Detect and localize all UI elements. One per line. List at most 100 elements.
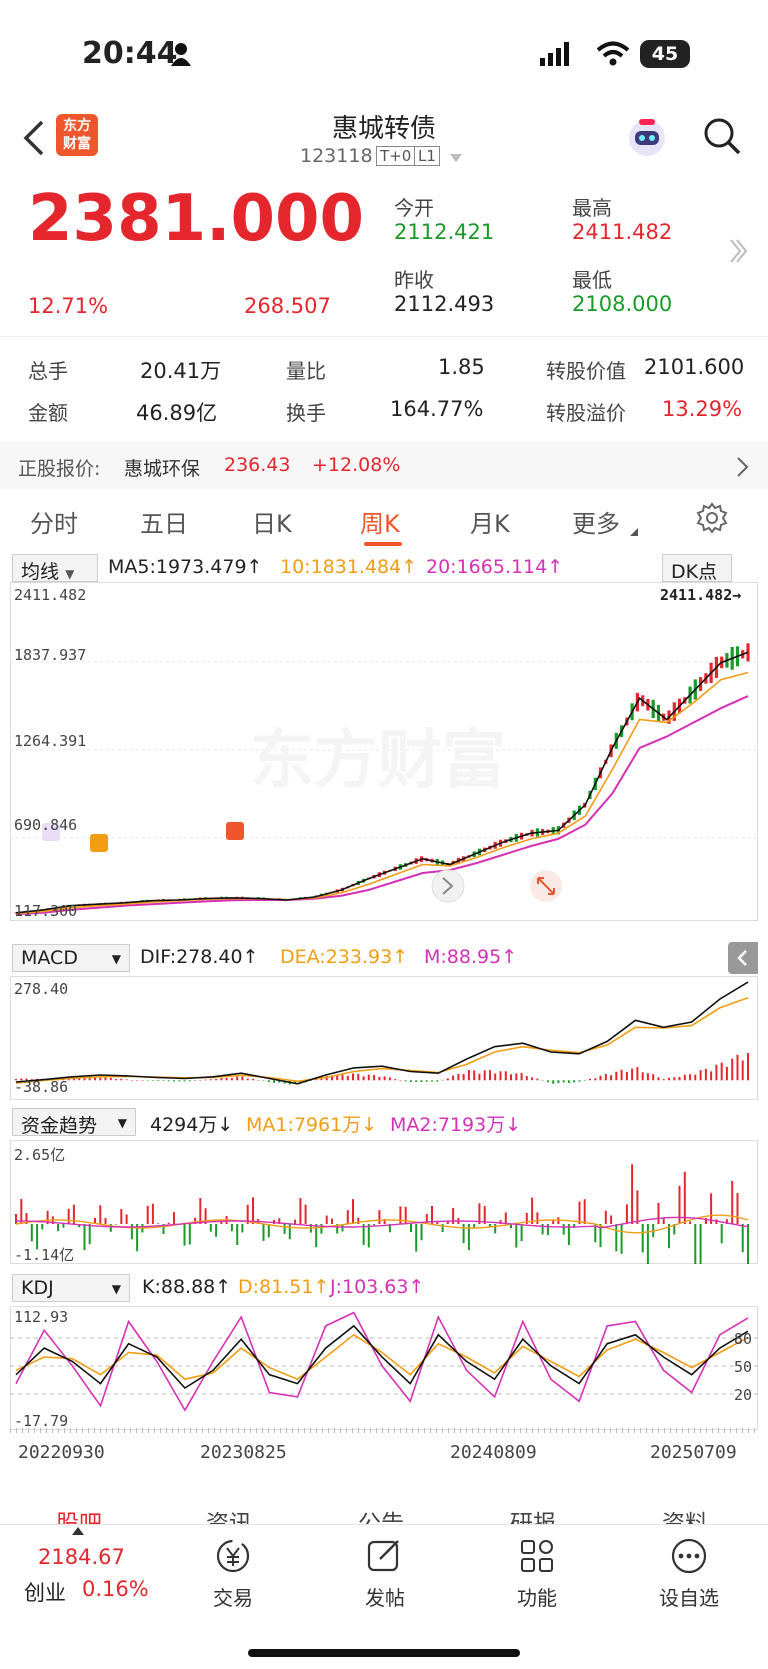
fund-bar <box>678 1185 681 1224</box>
macd-bar <box>620 1069 623 1081</box>
volume-label: 总手 <box>28 359 68 383</box>
tab-intraday[interactable]: 分时 <box>30 504 78 539</box>
period-tabs: 分时 五日 日K 周K 月K 更多 <box>0 490 768 550</box>
macd-bar <box>246 1078 249 1081</box>
macd-bar <box>462 1074 465 1081</box>
ma-selector[interactable]: 均线 ▼ <box>12 554 98 583</box>
fund-bar <box>346 1210 349 1224</box>
macd-bar <box>367 1074 370 1081</box>
functions-button[interactable]: 功能 <box>482 1525 592 1611</box>
macd-bar <box>520 1073 523 1081</box>
tab-weekly-k[interactable]: 周K <box>360 504 400 539</box>
robot-assistant-icon[interactable] <box>625 116 669 160</box>
chevron-down-icon[interactable] <box>450 154 462 162</box>
macd-bar <box>151 1080 154 1081</box>
volume-ratio-value: 1.85 <box>438 355 485 379</box>
search-icon[interactable] <box>702 116 742 156</box>
macd-selector[interactable]: MACD ▼ <box>12 944 130 972</box>
index-name[interactable]: 创业 <box>24 1577 66 1607</box>
macd-bar <box>604 1074 607 1081</box>
low-label: 最低 <box>572 268 612 292</box>
bottom-dock: 2184.67 创业 0.16% 交易 发帖 功能 设自选 <box>0 1524 768 1669</box>
macd-bar <box>220 1078 223 1081</box>
macd-bar <box>610 1075 613 1081</box>
kdj-50-label: 50 <box>734 1358 753 1376</box>
fund-bar <box>304 1204 307 1224</box>
fund-trend-chart[interactable] <box>10 1140 758 1264</box>
post-button[interactable]: 发帖 <box>330 1525 440 1611</box>
macd-bar <box>257 1079 260 1081</box>
fund-bar <box>57 1224 60 1232</box>
fund-bar <box>236 1224 239 1245</box>
macd-bar <box>578 1080 581 1082</box>
fund-bar <box>115 1224 118 1225</box>
kline-chart[interactable]: 东方财富 <box>10 582 758 922</box>
macd-bar <box>178 1080 181 1082</box>
conversion-value-label: 转股价值 <box>546 359 626 383</box>
expand-right-icon[interactable] <box>728 238 748 264</box>
kdj-d: D:81.51↑ <box>238 1276 330 1298</box>
fund-bar <box>520 1224 523 1242</box>
low-value: 2108.000 <box>572 292 673 316</box>
index-pct[interactable]: 0.16% <box>82 1577 149 1601</box>
fund-bar <box>462 1224 465 1244</box>
macd-chart[interactable] <box>10 976 758 1100</box>
trade-label: 交易 <box>213 1586 253 1610</box>
macd-bar <box>489 1070 491 1081</box>
fund-bar <box>631 1164 634 1224</box>
tab-more[interactable]: 更多 <box>572 504 620 539</box>
macd-bar <box>704 1068 707 1081</box>
collapse-panel-button[interactable] <box>728 942 758 974</box>
open-value: 2112.421 <box>394 220 495 244</box>
macd-bar <box>410 1080 412 1082</box>
conversion-value: 2101.600 <box>644 355 745 379</box>
chart-area[interactable]: 均线 ▼ MA5:1973.479↑ 10:1831.484↑ 20:1665.… <box>10 552 758 1482</box>
signal-icon <box>540 42 569 66</box>
macd-bar <box>404 1080 407 1082</box>
fund-bar <box>220 1222 223 1224</box>
fund-bar <box>173 1212 175 1224</box>
dk-point-button[interactable]: DK点 <box>662 554 732 583</box>
macd-bar <box>541 1080 544 1081</box>
date-label-3: 20240809 <box>450 1442 537 1463</box>
fund-bar <box>183 1224 186 1246</box>
fund-bar <box>30 1224 33 1242</box>
index-value[interactable]: 2184.67 <box>38 1545 125 1569</box>
fund-bar <box>515 1224 518 1248</box>
change-percent: 12.71% <box>28 294 109 318</box>
y-label-3: 1264.391 <box>14 732 87 750</box>
underlying-price: 236.43 <box>224 454 291 476</box>
macd-dea: DEA:233.93↑ <box>280 946 409 968</box>
ma-selector-label: 均线 <box>21 561 60 583</box>
kdj-selector[interactable]: KDJ ▼ <box>12 1274 130 1302</box>
trade-button[interactable]: 交易 <box>178 1525 288 1611</box>
header: 东方 财富 惠城转债 123118 T+0 L1 <box>0 100 768 175</box>
kdj-k: K:88.88↑ <box>142 1276 232 1298</box>
macd-bar <box>552 1080 555 1084</box>
macd-bar <box>741 1060 744 1081</box>
fund-bar <box>67 1208 70 1224</box>
fund-bar <box>736 1193 739 1224</box>
macd-bottom-label: -38.86 <box>14 1078 69 1096</box>
turnover-amount-label: 金额 <box>28 401 68 425</box>
date-label-2: 20230825 <box>200 1442 287 1463</box>
tab-five-day[interactable]: 五日 <box>140 504 188 539</box>
macd-bar <box>504 1071 507 1081</box>
kdj-chart[interactable] <box>10 1306 758 1430</box>
more-corner-icon <box>630 528 638 536</box>
macd-bar <box>352 1073 354 1081</box>
chevron-right-icon[interactable] <box>736 456 750 478</box>
ma5-value: MA5:1973.479↑ <box>108 556 263 578</box>
underlying-stock-bar[interactable]: 正股报价: 惠城环保 236.43 +12.08% <box>0 442 768 490</box>
add-watchlist-button[interactable]: 设自选 <box>634 1525 744 1611</box>
tab-daily-k[interactable]: 日K <box>252 504 292 539</box>
fund-bar <box>531 1197 534 1224</box>
tab-monthly-k[interactable]: 月K <box>470 504 510 539</box>
macd-bar <box>452 1075 455 1081</box>
scroll-right-button[interactable] <box>431 869 465 903</box>
fund-trend-selector[interactable]: 资金趋势 ▼ <box>12 1108 136 1137</box>
settings-gear-icon[interactable] <box>696 502 728 534</box>
macd-bar <box>157 1080 160 1081</box>
macd-bar <box>204 1079 207 1081</box>
macd-bar <box>162 1080 165 1081</box>
